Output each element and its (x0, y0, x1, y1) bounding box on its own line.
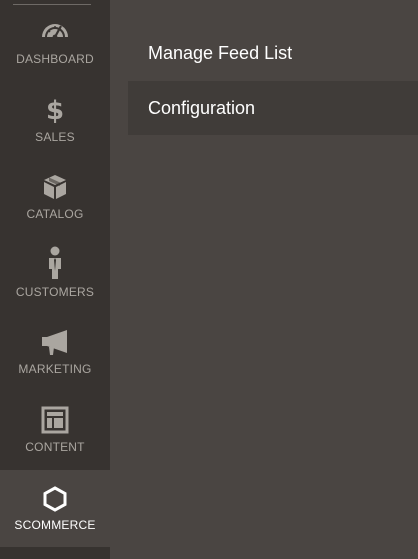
admin-sidebar: DASHBOARD $ SALES CATALOG CUSTOMERS MARK… (0, 0, 110, 559)
dollar-icon: $ (0, 95, 110, 125)
sidebar-item-scommerce[interactable]: SCOMMERCE (0, 470, 110, 547)
sidebar-item-label: SALES (35, 130, 75, 144)
sidebar-item-marketing[interactable]: MARKETING (0, 309, 110, 386)
hexagon-icon (0, 484, 110, 514)
sidebar-item-label: CATALOG (26, 207, 84, 221)
svg-text:$: $ (46, 96, 64, 124)
submenu-item-configuration[interactable]: Configuration (128, 81, 418, 135)
person-icon (0, 246, 110, 280)
sidebar-item-label: DASHBOARD (16, 52, 94, 66)
sidebar-item-label: SCOMMERCE (14, 518, 96, 532)
sidebar-item-label: MARKETING (18, 362, 92, 376)
sidebar-item-dashboard[interactable]: DASHBOARD (0, 0, 110, 77)
sidebar-item-catalog[interactable]: CATALOG (0, 155, 110, 232)
layout-icon (0, 405, 110, 435)
sidebar-item-label: CONTENT (25, 440, 85, 454)
sidebar-item-label: CUSTOMERS (15, 285, 95, 299)
sidebar-item-content[interactable]: CONTENT (0, 387, 110, 464)
submenu-item-manage-feed-list[interactable]: Manage Feed List (128, 26, 418, 80)
sidebar-item-sales[interactable]: $ SALES (0, 77, 110, 154)
cube-box-icon (0, 172, 110, 202)
dashboard-gauge-icon (0, 14, 110, 44)
sidebar-item-customers[interactable]: CUSTOMERS (0, 232, 110, 309)
megaphone-icon (0, 327, 110, 357)
scommerce-submenu: Manage Feed List Configuration (110, 0, 418, 559)
